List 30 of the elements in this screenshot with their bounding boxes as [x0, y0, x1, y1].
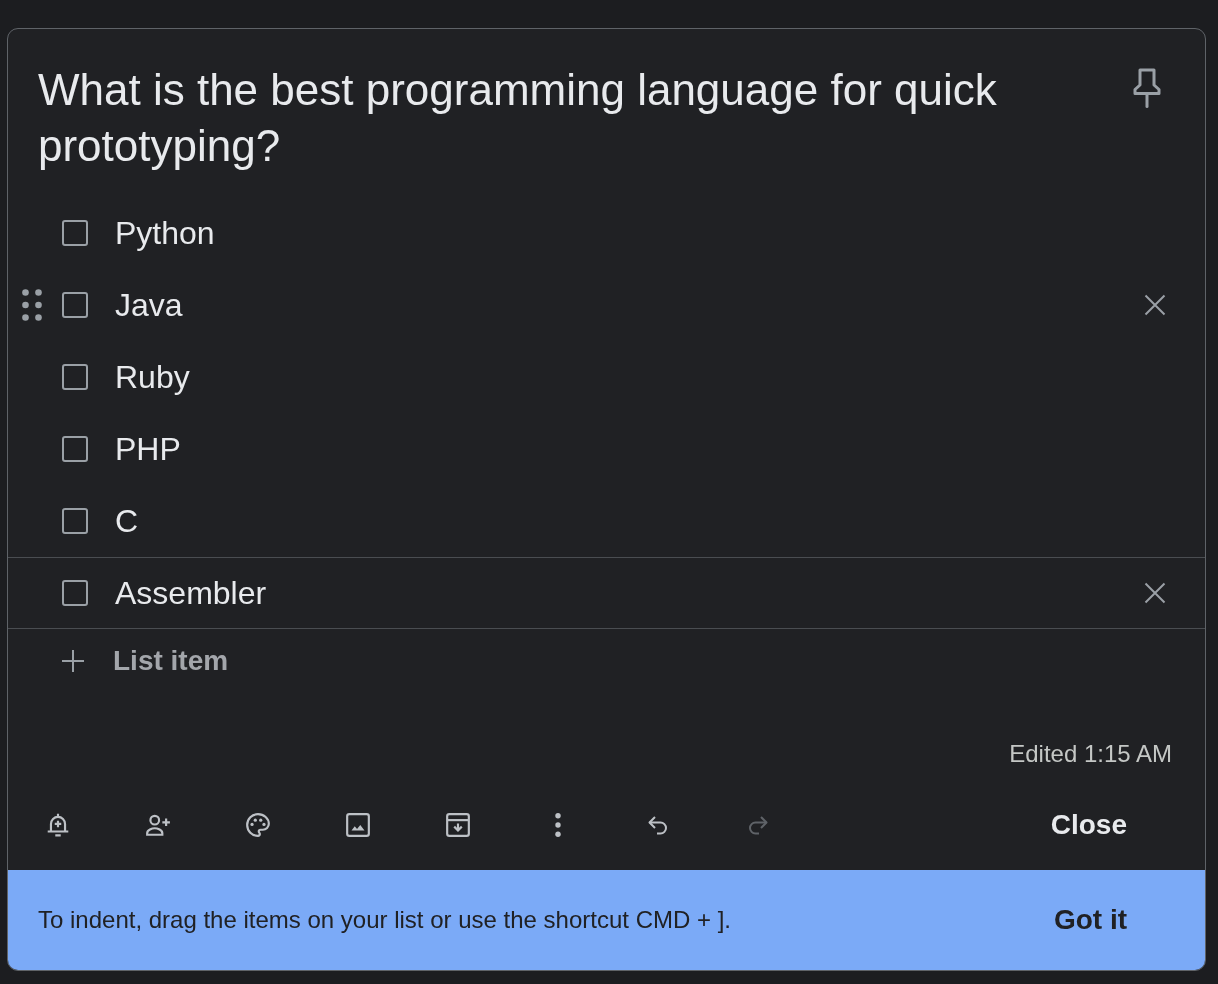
list-item-text: PHP — [115, 430, 181, 469]
list-item-text: Ruby — [115, 358, 190, 397]
checkbox[interactable] — [62, 580, 88, 606]
bell-plus-icon[interactable] — [45, 812, 71, 838]
plus-icon — [62, 650, 84, 672]
person-plus-icon[interactable] — [145, 812, 171, 838]
checkbox[interactable] — [62, 436, 88, 462]
palette-icon[interactable] — [245, 812, 271, 838]
list-item-text: Assembler — [115, 574, 267, 613]
note-title: What is the best programming language for quick prototyping? — [38, 64, 998, 172]
undo-icon[interactable] — [646, 813, 670, 837]
new-item-field[interactable]: List item — [113, 643, 433, 679]
image-icon[interactable] — [345, 812, 371, 838]
checkbox[interactable] — [62, 508, 88, 534]
pin-icon[interactable] — [1133, 68, 1161, 108]
list-item-text: C — [115, 502, 139, 541]
edited-time: Edited 1:15 AM — [1009, 740, 1172, 768]
list-item-text: Python — [115, 214, 215, 253]
list-item-text: Java — [115, 286, 183, 325]
close-icon[interactable] — [1144, 294, 1166, 316]
checkbox[interactable] — [62, 364, 88, 390]
tip-text: To indent, drag the items on your list or use the shortcut CMD + ]. — [38, 905, 731, 935]
archive-icon[interactable] — [445, 812, 471, 838]
close-icon[interactable] — [1144, 582, 1166, 604]
drag-handle-icon[interactable] — [22, 289, 42, 321]
more-vertical-icon[interactable] — [554, 812, 562, 838]
checkbox[interactable] — [62, 220, 88, 246]
checkbox[interactable] — [62, 292, 88, 318]
got-it-button[interactable]: Got it — [1029, 893, 1151, 947]
close-button[interactable]: Close — [1026, 798, 1151, 852]
